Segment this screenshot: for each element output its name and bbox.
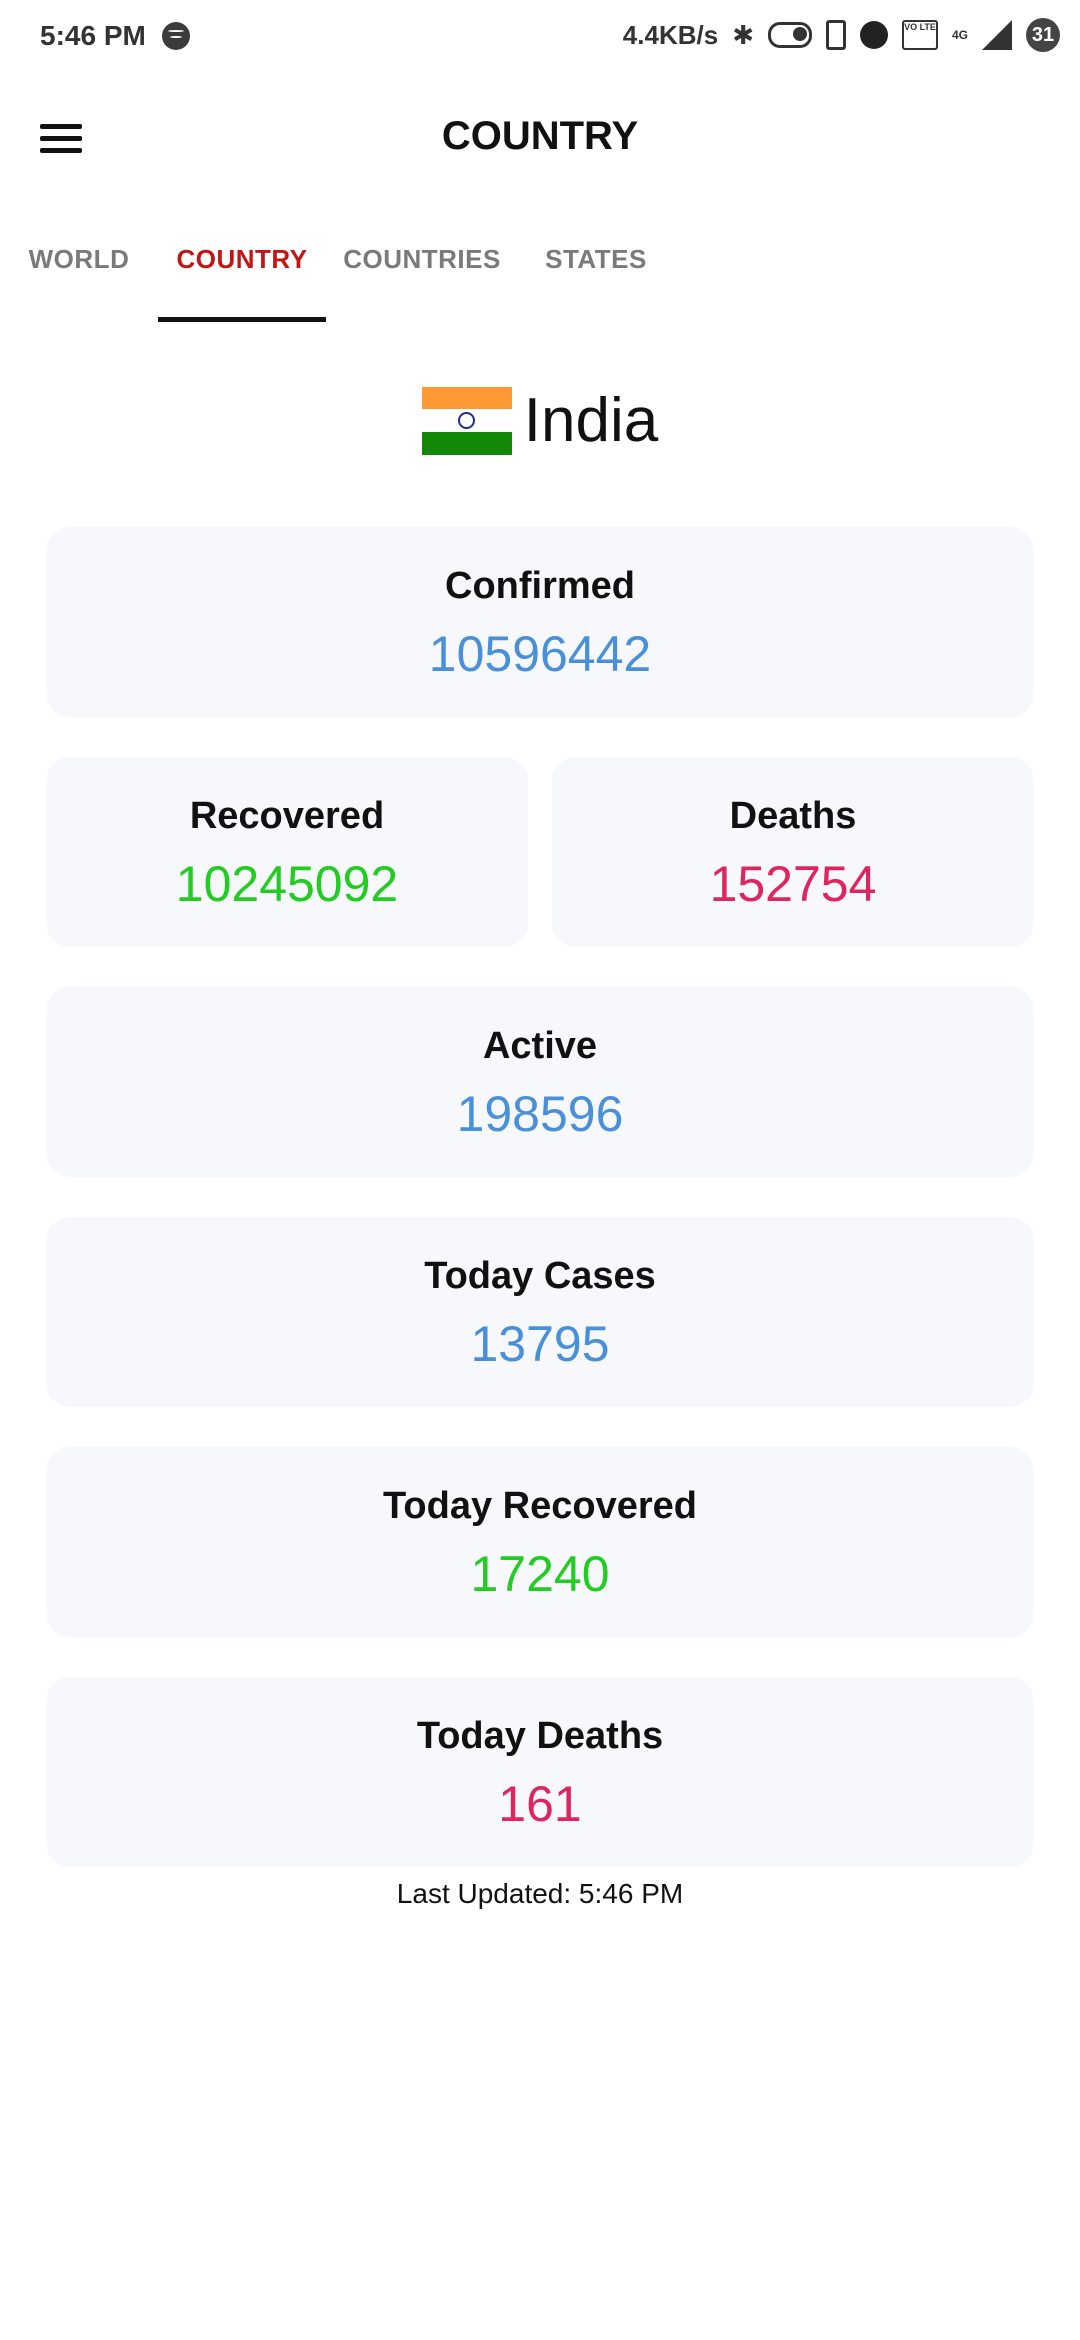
tab-countries-label: COUNTRIES: [343, 244, 501, 274]
status-time: 5:46 PM: [40, 20, 146, 51]
flag-band-top: [421, 386, 512, 410]
network-speed: 4.4KB/s: [622, 19, 719, 50]
spotify-icon: [161, 22, 190, 50]
tab-world[interactable]: WORLD: [18, 230, 140, 322]
today-recovered-label: Today Recovered: [383, 1485, 697, 1527]
today-deaths-card: Today Deaths 161: [46, 1677, 1034, 1867]
country-name: India: [523, 386, 659, 455]
volte-icon: VO LTE: [901, 20, 938, 50]
india-flag-icon: [421, 386, 512, 455]
toggle-icon: [767, 22, 812, 48]
last-updated-text: Last Updated: 5:46 PM: [396, 1878, 684, 1909]
tab-country-label: COUNTRY: [176, 244, 308, 274]
tab-bar: WORLD COUNTRY COUNTRIES STATES: [0, 230, 1080, 322]
status-right: 4.4KB/s ✱ VO LTE 4G 31: [623, 18, 1060, 52]
confirmed-value: 10596442: [428, 626, 652, 682]
tab-states-label: STATES: [545, 244, 647, 274]
active-card: Active 198596: [46, 987, 1034, 1177]
today-cases-label: Today Cases: [424, 1255, 656, 1297]
app-bar: COUNTRY: [0, 100, 1080, 180]
today-recovered-value: 17240: [470, 1546, 610, 1602]
status-bar: 5:46 PM 4.4KB/s ✱ VO LTE 4G 31: [0, 0, 1080, 80]
alarm-icon: [859, 21, 888, 49]
country-header: India: [0, 385, 1080, 456]
signal-icon: [982, 20, 1012, 50]
recovered-value: 10245092: [175, 856, 399, 912]
flag-band-bottom: [421, 431, 512, 455]
status-left: 5:46 PM: [40, 20, 190, 52]
recovered-card: Recovered 10245092: [46, 757, 528, 947]
chakra-icon: [457, 411, 475, 429]
deaths-card: Deaths 152754: [552, 757, 1034, 947]
tab-countries[interactable]: COUNTRIES: [338, 230, 506, 322]
deaths-value: 152754: [709, 856, 877, 912]
today-recovered-card: Today Recovered 17240: [46, 1447, 1034, 1637]
today-deaths-value: 161: [498, 1776, 582, 1832]
recovered-label: Recovered: [189, 795, 385, 837]
today-deaths-label: Today Deaths: [416, 1715, 664, 1757]
confirmed-label: Confirmed: [445, 565, 635, 607]
tab-country[interactable]: COUNTRY: [158, 230, 326, 322]
active-value: 198596: [456, 1086, 624, 1142]
today-cases-value: 13795: [470, 1316, 610, 1372]
network-type-label: 4G: [951, 28, 968, 42]
tab-world-label: WORLD: [28, 244, 130, 274]
deaths-label: Deaths: [729, 795, 857, 837]
bluetooth-icon: ✱: [732, 19, 754, 50]
tab-states[interactable]: STATES: [520, 230, 672, 322]
page-title: COUNTRY: [441, 114, 639, 158]
active-label: Active: [482, 1025, 598, 1067]
today-cases-card: Today Cases 13795: [46, 1217, 1034, 1407]
vibrate-icon: [825, 20, 846, 50]
battery-icon: 31: [1026, 18, 1060, 52]
confirmed-card: Confirmed 10596442: [46, 527, 1034, 717]
